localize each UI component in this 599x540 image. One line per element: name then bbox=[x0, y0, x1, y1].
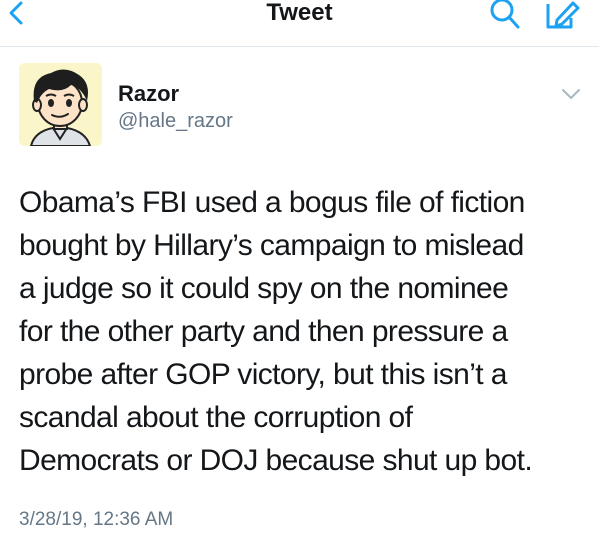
author-name[interactable]: Razor bbox=[118, 82, 179, 106]
navigation-bar: Tweet bbox=[0, 0, 599, 47]
compose-icon bbox=[546, 1, 580, 29]
tweet-timestamp: 3/28/19, 12:36 AM bbox=[19, 509, 174, 530]
tweet-menu-button[interactable] bbox=[558, 84, 584, 104]
tweet-text: Obama’s FBI used a bogus file of fiction… bbox=[19, 186, 533, 477]
author-handle[interactable]: @hale_razor bbox=[118, 110, 233, 132]
search-button[interactable] bbox=[486, 0, 522, 30]
cartoon-avatar-icon bbox=[19, 63, 102, 146]
search-icon bbox=[490, 0, 520, 29]
compose-button[interactable] bbox=[543, 0, 583, 30]
chevron-down-icon bbox=[562, 89, 580, 99]
avatar[interactable] bbox=[19, 63, 102, 146]
tweet-detail-screen: Tweet Razor @hale_razor Obama’s FBI used… bbox=[0, 0, 599, 540]
